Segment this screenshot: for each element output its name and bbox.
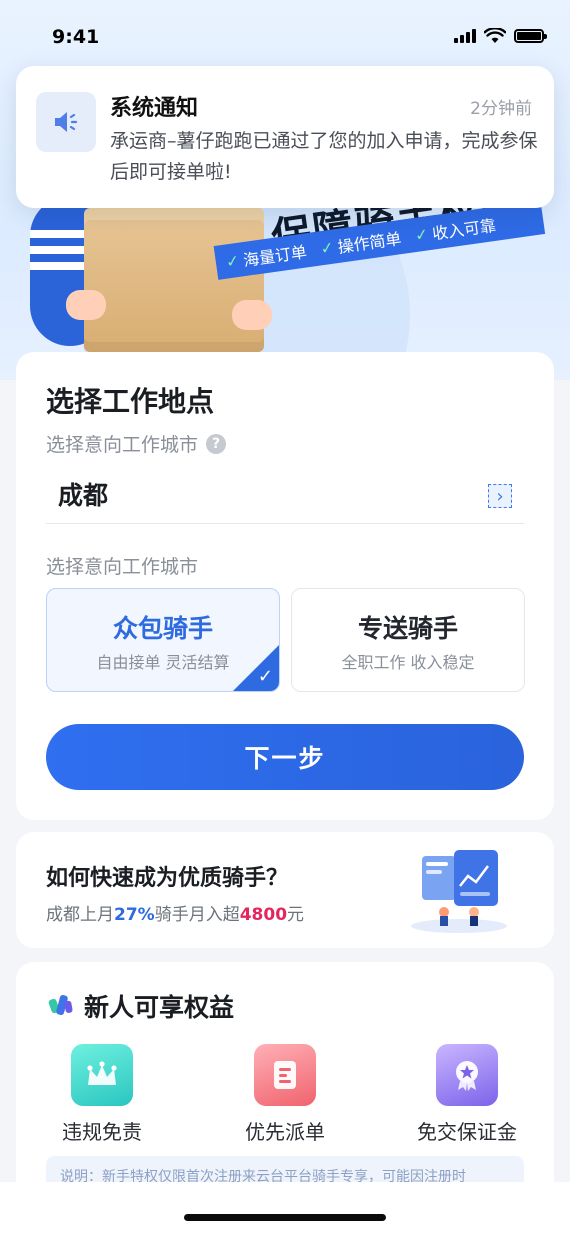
- system-notification[interactable]: 系统通知 2分钟前 承运商–薯仔跑跑已通过了您的加入申请，完成参保后即可接单啦!: [16, 66, 554, 208]
- city-value: 成都: [58, 481, 109, 510]
- percent-value: 27%: [114, 905, 155, 925]
- hand-right-illustration: [232, 300, 272, 330]
- benefit-no-deposit[interactable]: 免交保证金: [392, 1044, 542, 1145]
- dashboard-illustration-icon: [411, 850, 507, 933]
- benefit-priority-dispatch[interactable]: 优先派单: [210, 1044, 360, 1145]
- benefit-violation-exemption[interactable]: 违规免责: [27, 1044, 177, 1145]
- option-title: 专送骑手: [357, 614, 458, 643]
- speaker-icon: [36, 92, 96, 152]
- benefit-label: 优先派单: [245, 1120, 325, 1144]
- tips-title: 如何快速成为优质骑手？: [46, 866, 289, 891]
- option-subtitle: 全职工作 收入稳定: [341, 653, 475, 672]
- hand-left-illustration: [66, 290, 106, 320]
- sparkle-logo-icon: [48, 994, 73, 1016]
- check-icon: ✓: [257, 666, 273, 687]
- check-icon: ✓: [224, 250, 241, 272]
- cellular-signal-icon: [454, 29, 476, 43]
- check-icon: ✓: [413, 223, 430, 245]
- status-time: 9:41: [52, 26, 100, 48]
- benefit-label: 违规免责: [62, 1120, 142, 1144]
- tips-card[interactable]: 如何快速成为优质骑手？ 成都上月27%骑手月入超4800元: [16, 832, 554, 948]
- ribbon-feature: ✓ 海量订单: [224, 242, 309, 272]
- status-bar: 9:41: [0, 0, 570, 70]
- home-bar-area: [0, 1182, 570, 1234]
- ribbon-feature: ✓ 收入可靠: [413, 215, 498, 245]
- next-button[interactable]: 下一步: [46, 724, 524, 790]
- wifi-icon: [484, 28, 506, 43]
- rider-type-hint: 选择意向工作城市: [46, 556, 199, 578]
- chevron-right-icon: ›: [488, 484, 512, 508]
- income-value: 4800: [239, 905, 288, 925]
- notification-time: 2分钟前: [470, 99, 532, 119]
- notification-body: 承运商–薯仔跑跑已通过了您的加入申请，完成参保后即可接单啦!: [110, 130, 538, 183]
- option-dedicated-rider[interactable]: 专送骑手 全职工作 收入稳定: [291, 588, 525, 692]
- section-title: 选择工作地点: [46, 385, 215, 418]
- delivery-box-illustration: [84, 220, 264, 352]
- benefits-header: 新人可享权益: [46, 988, 234, 1024]
- badge-star-icon: [436, 1044, 498, 1106]
- document-icon: [254, 1044, 316, 1106]
- benefit-label: 免交保证金: [417, 1120, 517, 1144]
- ribbon-feature: ✓ 操作简单: [319, 229, 403, 258]
- help-icon[interactable]: ?: [206, 433, 227, 454]
- work-location-card: 选择工作地点 选择意向工作城市 ? 成都 › 选择意向工作城市 众包骑手 自由接…: [16, 352, 554, 820]
- home-indicator[interactable]: [184, 1214, 386, 1221]
- notification-title: 系统通知: [110, 96, 199, 121]
- option-title: 众包骑手: [112, 614, 213, 643]
- city-hint: 选择意向工作城市 ?: [46, 430, 227, 457]
- option-crowdsource-rider[interactable]: 众包骑手 自由接单 灵活结算 ✓: [46, 588, 280, 692]
- benefits-card: 新人可享权益 违规免责 优先派单 免交保证金 说明：新手特权仅限首次注册来云台平…: [16, 962, 554, 1202]
- crown-icon: [71, 1044, 133, 1106]
- city-selector[interactable]: 成都 ›: [46, 468, 524, 524]
- check-icon: ✓: [319, 237, 335, 258]
- battery-icon: [514, 29, 547, 43]
- tips-subtitle: 成都上月27%骑手月入超4800元: [46, 905, 305, 925]
- status-icons: [454, 28, 547, 44]
- benefits-title: 新人可享权益: [84, 993, 235, 1022]
